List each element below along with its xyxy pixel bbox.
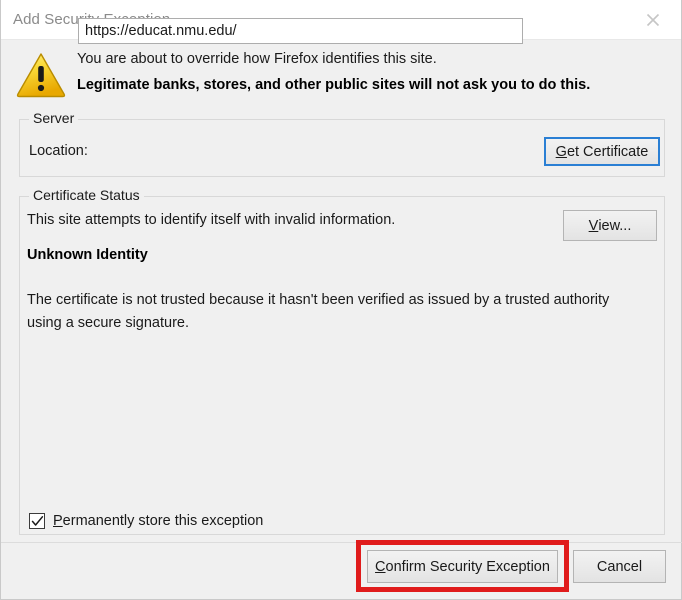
confirm-button-accesskey: C — [375, 558, 386, 575]
certificate-status-group-legend: Certificate Status — [29, 187, 144, 203]
permanently-store-checkbox[interactable] — [29, 513, 45, 529]
permanently-store-checkbox-row[interactable]: Permanently store this exception — [29, 511, 263, 531]
cancel-button[interactable]: Cancel — [573, 550, 666, 583]
view-certificate-button[interactable]: View... — [563, 210, 657, 241]
location-input[interactable] — [78, 18, 523, 44]
cancel-button-label: Cancel — [596, 558, 643, 575]
view-button-accesskey: V — [588, 217, 599, 234]
warning-banner: You are about to override how Firefox id… — [1, 41, 682, 107]
get-certificate-accesskey: G — [555, 143, 567, 160]
certificate-invalid-info: This site attempts to identify itself wi… — [27, 212, 396, 228]
get-certificate-button[interactable]: Get Certificate — [544, 137, 660, 166]
get-certificate-label: et Certificate — [566, 143, 649, 160]
warning-triangle-icon — [15, 50, 67, 98]
view-button-label: iew... — [598, 217, 632, 234]
footer-separator — [1, 542, 682, 543]
warning-line-1: You are about to override how Firefox id… — [77, 51, 437, 67]
confirm-security-exception-button[interactable]: Confirm Security Exception — [367, 550, 558, 583]
permanently-store-accesskey: P — [53, 513, 63, 529]
server-group-legend: Server — [29, 110, 79, 126]
add-security-exception-dialog: Add Security Exception — [0, 0, 682, 600]
check-icon — [31, 516, 44, 526]
location-label: Location: — [29, 143, 88, 159]
permanently-store-label: Permanently store this exception — [53, 513, 263, 529]
confirm-button-label: onfirm Security Exception — [385, 558, 550, 575]
certificate-detail-text: The certificate is not trusted because i… — [27, 292, 610, 331]
permanently-store-text: ermanently store this exception — [62, 513, 264, 529]
unknown-identity-heading: Unknown Identity — [27, 247, 148, 263]
close-icon[interactable] — [633, 4, 673, 36]
warning-line-2: Legitimate banks, stores, and other publ… — [77, 77, 591, 93]
